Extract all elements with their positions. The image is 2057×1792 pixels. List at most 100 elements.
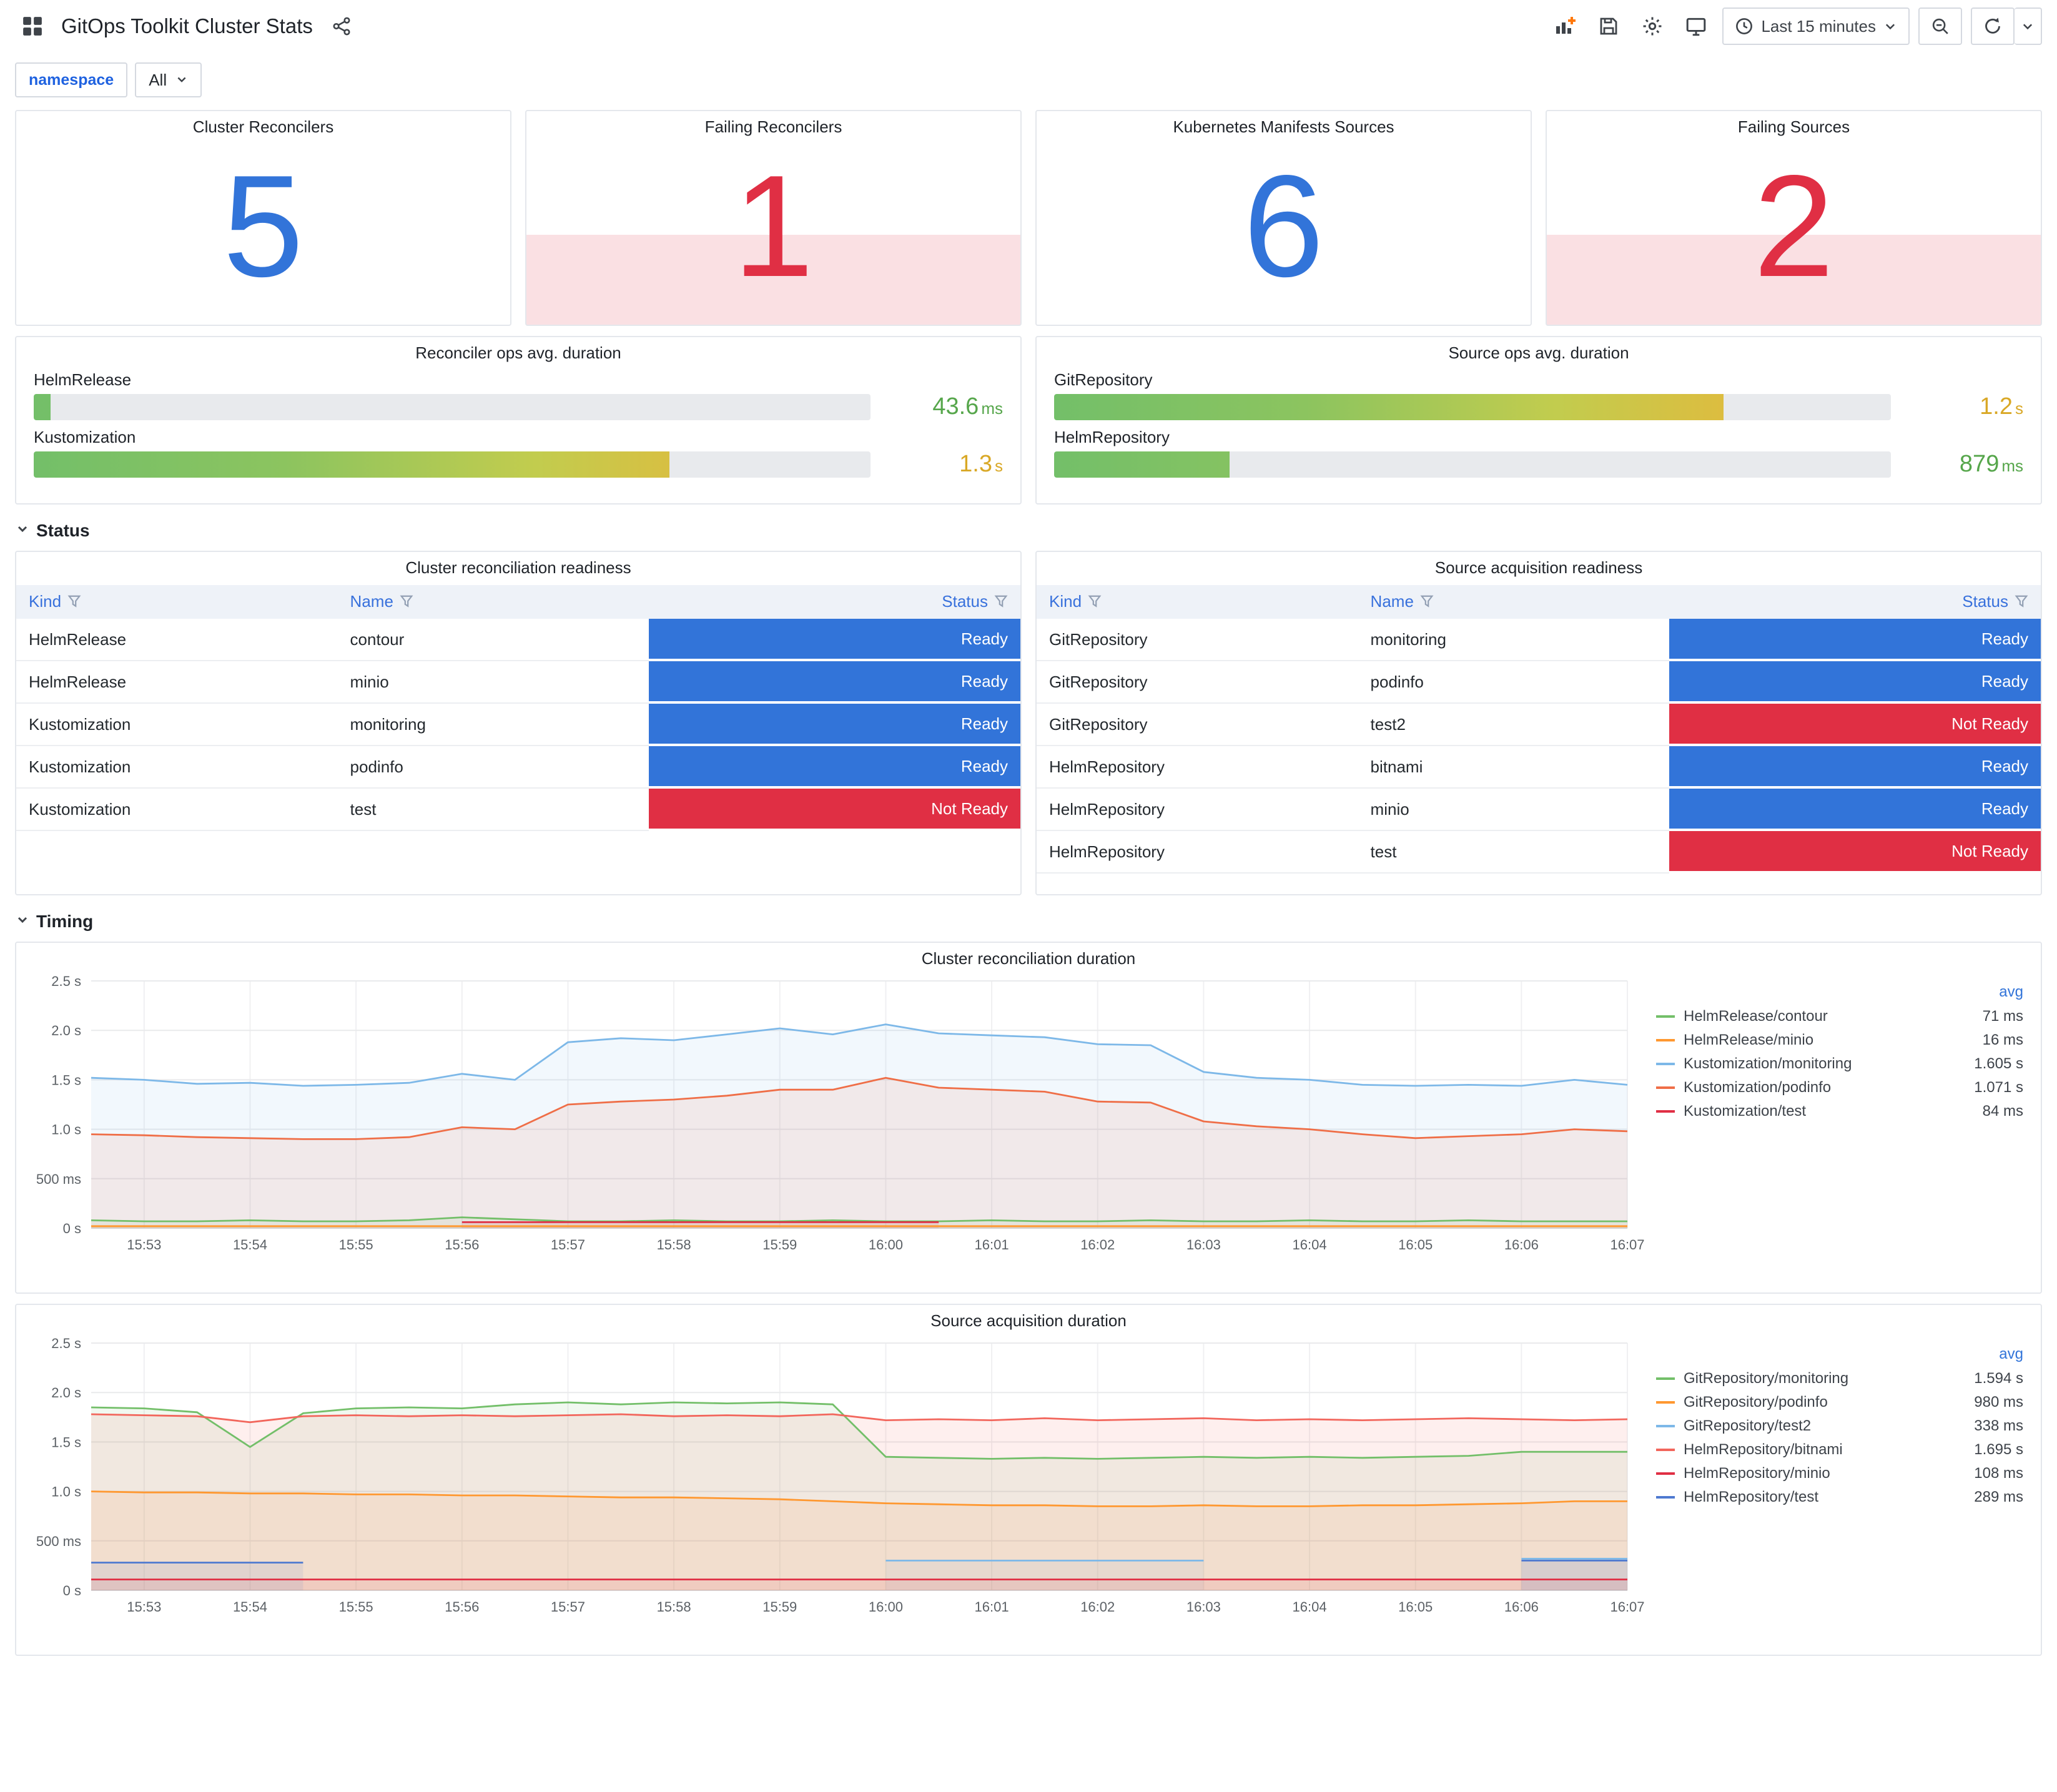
- svg-text:1.5 s: 1.5 s: [51, 1072, 81, 1088]
- clock-icon: [1735, 17, 1754, 36]
- series-name[interactable]: HelmRelease/contour: [1684, 1008, 1983, 1025]
- panel-title[interactable]: Source ops avg. duration: [1054, 337, 2023, 363]
- filter-icon[interactable]: [1420, 593, 1434, 612]
- share-icon[interactable]: [324, 9, 359, 44]
- table-row: Kustomization test Not Ready: [16, 788, 1020, 831]
- column-header-status[interactable]: Status: [1669, 585, 2041, 619]
- stat-value: 2: [1753, 145, 1835, 307]
- filter-icon[interactable]: [400, 593, 413, 612]
- legend-avg-header[interactable]: avg: [1656, 1346, 2023, 1363]
- series-name[interactable]: Kustomization/monitoring: [1684, 1055, 1974, 1073]
- gauge-row: Kustomization 1.3 s: [34, 428, 1003, 478]
- svg-text:16:04: 16:04: [1293, 1599, 1327, 1615]
- chevron-down-icon: [1883, 19, 1897, 33]
- cell-status: Not Ready: [1669, 830, 2041, 874]
- filter-icon[interactable]: [67, 593, 81, 612]
- series-avg-value: 980 ms: [1974, 1394, 2023, 1410]
- series-color-dash: [1656, 1086, 1675, 1089]
- filter-icon[interactable]: [994, 593, 1008, 612]
- panel-title[interactable]: Failing Sources: [1547, 111, 2041, 137]
- series-name[interactable]: Kustomization/test: [1684, 1103, 1983, 1120]
- variable-namespace-dropdown[interactable]: All: [135, 62, 202, 97]
- chart-panel-cluster-reconciliation: Cluster reconciliation duration 15:53 15:…: [15, 942, 2042, 1294]
- status-badge: Not Ready: [1669, 704, 2041, 744]
- gauge-value: 43.6 ms: [932, 393, 1003, 420]
- series-name[interactable]: HelmRelease/minio: [1684, 1031, 1983, 1049]
- dashboard-variables: namespace All: [0, 52, 2057, 100]
- panel-title[interactable]: Reconciler ops avg. duration: [34, 337, 1003, 363]
- panel-title[interactable]: Kubernetes Manifests Sources: [1037, 111, 1531, 137]
- legend-avg-header[interactable]: avg: [1656, 983, 2023, 1001]
- chart-legend: avg HelmRelease/contour 71 ms HelmRelease/m…: [1656, 971, 2031, 1273]
- panel-title[interactable]: Cluster reconciliation duration: [26, 943, 2031, 968]
- svg-text:16:02: 16:02: [1080, 1237, 1115, 1253]
- dashboards-grid-icon[interactable]: [15, 9, 50, 44]
- readiness-table: Kind Name Status GitRepository monitoring Rea…: [1037, 585, 2041, 874]
- cell-kind: Kustomization: [16, 703, 338, 746]
- cell-status: Ready: [1669, 619, 2041, 661]
- chart-row-reconciliation: Cluster reconciliation duration 15:53 15:…: [15, 942, 2042, 1294]
- time-range-label: Last 15 minutes: [1761, 16, 1876, 36]
- series-name[interactable]: Kustomization/podinfo: [1684, 1079, 1974, 1096]
- series-avg-value: 289 ms: [1974, 1489, 2023, 1505]
- dashboard-settings-icon[interactable]: [1635, 9, 1670, 44]
- cell-kind: HelmRelease: [16, 619, 338, 661]
- svg-text:16:04: 16:04: [1293, 1237, 1327, 1253]
- add-panel-icon[interactable]: [1547, 9, 1582, 44]
- gauge-panel-source-ops: Source ops avg. duration GitRepository 1.…: [1035, 336, 2042, 505]
- svg-text:16:02: 16:02: [1080, 1599, 1115, 1615]
- series-name[interactable]: HelmRepository/minio: [1684, 1465, 1974, 1482]
- svg-text:2.5 s: 2.5 s: [51, 1336, 81, 1351]
- gauge-label: GitRepository: [1054, 370, 1153, 389]
- filter-icon[interactable]: [2015, 593, 2028, 612]
- row-toggle-status[interactable]: Status: [15, 521, 2042, 541]
- refresh-interval-dropdown[interactable]: [2015, 7, 2042, 45]
- legend-item: GitRepository/monitoring 1.594 s: [1656, 1367, 2023, 1391]
- gauge-label: HelmRelease: [34, 370, 132, 389]
- legend-item: HelmRelease/minio 16 ms: [1656, 1028, 2023, 1052]
- stat-panel-manifests-sources: Kubernetes Manifests Sources 6: [1035, 110, 1532, 326]
- panel-title[interactable]: Source acquisition readiness: [1037, 552, 2041, 578]
- panel-title[interactable]: Cluster reconciliation readiness: [16, 552, 1020, 578]
- refresh-button[interactable]: [1971, 7, 2015, 45]
- panel-title[interactable]: Source acquisition duration: [26, 1305, 2031, 1331]
- series-name[interactable]: GitRepository/test2: [1684, 1417, 1974, 1435]
- timeseries-plot-area[interactable]: 15:53 15:54 15:55 15:56 15:57 15:58 15:59 16:00…: [26, 1333, 1656, 1635]
- status-badge: Not Ready: [1669, 831, 2041, 871]
- zoom-out-button[interactable]: [1918, 7, 1962, 45]
- svg-text:16:00: 16:00: [869, 1237, 903, 1253]
- cycle-view-icon[interactable]: [1679, 9, 1714, 44]
- row-toggle-timing[interactable]: Timing: [15, 912, 2042, 932]
- cell-status: Ready: [1669, 788, 2041, 831]
- series-name[interactable]: GitRepository/podinfo: [1684, 1394, 1974, 1411]
- timeseries-plot-area[interactable]: 15:53 15:54 15:55 15:56 15:57 15:58 15:59 16:00…: [26, 971, 1656, 1273]
- save-dashboard-icon[interactable]: [1591, 9, 1626, 44]
- panel-title[interactable]: Cluster Reconcilers: [16, 111, 510, 137]
- cell-name: monitoring: [1358, 619, 1670, 661]
- svg-text:2.0 s: 2.0 s: [51, 1023, 81, 1038]
- column-header-name[interactable]: Name: [1358, 585, 1670, 619]
- status-badge: Ready: [1669, 661, 2041, 701]
- series-name[interactable]: HelmRepository/bitnami: [1684, 1441, 1974, 1459]
- column-header-kind[interactable]: Kind: [16, 585, 338, 619]
- timeseries-canvas[interactable]: 15:53 15:54 15:55 15:56 15:57 15:58 15:59 16:00…: [26, 971, 1645, 1268]
- time-range-picker[interactable]: Last 15 minutes: [1722, 7, 1910, 45]
- column-header-kind[interactable]: Kind: [1037, 585, 1358, 619]
- gauge-value: 1.2 s: [1980, 393, 2023, 420]
- variable-namespace-label: namespace: [15, 62, 128, 97]
- cell-status: Not Ready: [1669, 703, 2041, 746]
- series-avg-value: 16 ms: [1982, 1031, 2023, 1048]
- refresh-icon: [1983, 17, 2002, 36]
- cell-status: Ready: [1669, 746, 2041, 789]
- svg-text:15:55: 15:55: [339, 1237, 373, 1253]
- panel-title[interactable]: Failing Reconcilers: [526, 111, 1020, 137]
- series-name[interactable]: GitRepository/monitoring: [1684, 1370, 1974, 1387]
- table-row: HelmRepository minio Ready: [1037, 788, 2041, 831]
- table-row: HelmRelease minio Ready: [16, 661, 1020, 704]
- timeseries-canvas[interactable]: 15:53 15:54 15:55 15:56 15:57 15:58 15:59 16:00…: [26, 1333, 1645, 1630]
- cell-name: minio: [337, 661, 649, 704]
- series-name[interactable]: HelmRepository/test: [1684, 1489, 1974, 1506]
- column-header-status[interactable]: Status: [649, 585, 1020, 619]
- filter-icon[interactable]: [1088, 593, 1102, 612]
- column-header-name[interactable]: Name: [337, 585, 649, 619]
